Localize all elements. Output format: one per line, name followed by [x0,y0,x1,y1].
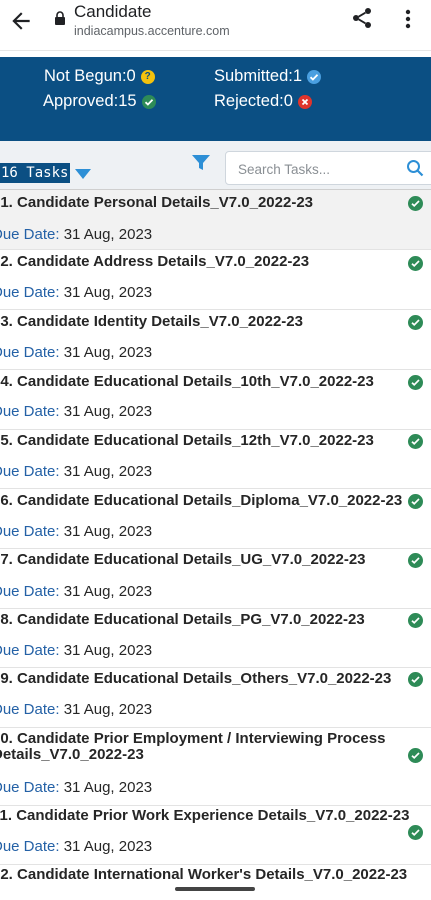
task-name: 12. Candidate International Worker's Det… [0,866,408,883]
due-date-value: 31 Aug, 2023 [59,838,153,855]
task-item[interactable]: 10. Candidate Prior Employment / Intervi… [0,728,431,806]
due-date-label: Due Date: [0,226,60,243]
due-date: Due Date: 31 Aug, 2023 [0,284,152,301]
task-name: 11. Candidate Prior Work Experience Deta… [0,807,410,824]
due-date-value: 31 Aug, 2023 [59,403,153,420]
page-url[interactable]: indiacampus.accenture.com [74,24,230,38]
due-date-label: Due Date: [0,523,60,540]
task-name: 02. Candidate Address Details_V7.0_2022-… [0,253,310,270]
task-item[interactable]: 03. Candidate Identity Details_V7.0_2022… [0,310,431,370]
due-date: Due Date: 31 Aug, 2023 [0,344,152,361]
due-date-value: 31 Aug, 2023 [59,523,153,540]
gesture-home-bar[interactable] [175,887,255,891]
search-box[interactable] [225,151,431,185]
due-date-label: Due Date: [0,779,60,796]
status-summary: Not Begun:0 ? Submitted:1 Approved:15 Re… [0,57,431,141]
filter-icon[interactable] [191,154,211,172]
approved-label: Approved:15 [43,92,137,110]
task-name: 06. Candidate Educational Details_Diplom… [0,492,403,509]
due-date-value: 31 Aug, 2023 [59,642,153,659]
rejected-x-icon [297,94,312,109]
approved-status-icon [408,494,423,509]
approved-status-icon [408,196,423,211]
task-item[interactable]: 07. Candidate Educational Details_UG_V7.… [0,549,431,609]
approved-status-icon [408,672,423,687]
task-name: 03. Candidate Identity Details_V7.0_2022… [0,313,303,330]
due-date: Due Date: 31 Aug, 2023 [0,403,152,420]
search-icon[interactable] [406,159,424,177]
task-name: 10. Candidate Prior Employment / Intervi… [0,730,386,763]
due-date-label: Due Date: [0,344,60,361]
due-date-value: 31 Aug, 2023 [59,779,153,796]
question-icon: ? [140,69,155,84]
task-item[interactable]: 09. Candidate Educational Details_Others… [0,668,431,728]
task-item[interactable]: 01. Candidate Personal Details_V7.0_2022… [0,189,431,250]
due-date: Due Date: 31 Aug, 2023 [0,779,152,796]
rejected-label: Rejected:0 [214,92,293,110]
task-name: 07. Candidate Educational Details_UG_V7.… [0,551,366,568]
due-date-value: 31 Aug, 2023 [59,701,153,718]
due-date-value: 31 Aug, 2023 [59,463,153,480]
task-item[interactable]: 06. Candidate Educational Details_Diplom… [0,489,431,549]
page-title: Candidate [74,2,152,21]
approved-status-icon [408,315,423,330]
due-date-value: 31 Aug, 2023 [59,284,153,301]
submitted-check-icon [307,69,322,84]
due-date-label: Due Date: [0,701,60,718]
task-name: 04. Candidate Educational Details_10th_V… [0,373,374,390]
task-count-badge[interactable]: 16 Tasks [0,163,71,183]
due-date: Due Date: 31 Aug, 2023 [0,583,152,600]
due-date-label: Due Date: [0,838,60,855]
due-date: Due Date: 31 Aug, 2023 [0,226,152,243]
approved-status-icon [408,256,423,271]
approved-status-icon [408,434,423,449]
approved-status-icon [408,748,423,763]
rejected-stat[interactable]: Rejected:0 [214,92,312,111]
due-date: Due Date: 31 Aug, 2023 [0,523,152,540]
task-item[interactable]: 12. Candidate International Worker's Det… [0,865,431,900]
not-begun-label: Not Begun:0 [44,67,136,85]
more-options-icon[interactable] [398,7,418,31]
due-date-value: 31 Aug, 2023 [59,583,153,600]
back-arrow-icon[interactable] [8,8,34,34]
approved-stat[interactable]: Approved:15 [43,92,156,111]
lock-icon [55,11,65,25]
due-date-label: Due Date: [0,284,60,301]
task-item[interactable]: 05. Candidate Educational Details_12th_V… [0,430,431,489]
approved-status-icon [408,375,423,390]
submitted-label: Submitted:1 [214,67,303,85]
task-name: 09. Candidate Educational Details_Others… [0,670,392,687]
task-item[interactable]: 11. Candidate Prior Work Experience Deta… [0,806,431,865]
due-date: Due Date: 31 Aug, 2023 [0,838,152,855]
submitted-stat[interactable]: Submitted:1 [214,67,322,86]
due-date: Due Date: 31 Aug, 2023 [0,701,152,718]
task-name: 01. Candidate Personal Details_V7.0_2022… [0,194,314,211]
due-date-label: Due Date: [0,463,60,480]
due-date-label: Due Date: [0,642,60,659]
approved-status-icon [408,825,423,840]
search-input[interactable] [236,158,400,180]
task-item[interactable]: 02. Candidate Address Details_V7.0_2022-… [0,250,431,310]
due-date-value: 31 Aug, 2023 [59,226,153,243]
share-icon[interactable] [350,6,374,30]
not-begun-stat[interactable]: Not Begun:0 ? [44,67,155,86]
browser-toolbar: Candidate indiacampus.accenture.com [0,0,431,51]
approved-status-icon [408,553,423,568]
due-date-label: Due Date: [0,583,60,600]
task-item[interactable]: 04. Candidate Educational Details_10th_V… [0,370,431,430]
due-date: Due Date: 31 Aug, 2023 [0,463,152,480]
task-name: 05. Candidate Educational Details_12th_V… [0,432,374,449]
due-date-label: Due Date: [0,403,60,420]
dropdown-caret-icon[interactable] [74,168,92,180]
approved-status-icon [408,613,423,628]
due-date: Due Date: 31 Aug, 2023 [0,642,152,659]
approved-check-icon [141,94,156,109]
due-date-value: 31 Aug, 2023 [59,344,153,361]
task-item[interactable]: 08. Candidate Educational Details_PG_V7.… [0,609,431,668]
task-name: 08. Candidate Educational Details_PG_V7.… [0,611,365,628]
